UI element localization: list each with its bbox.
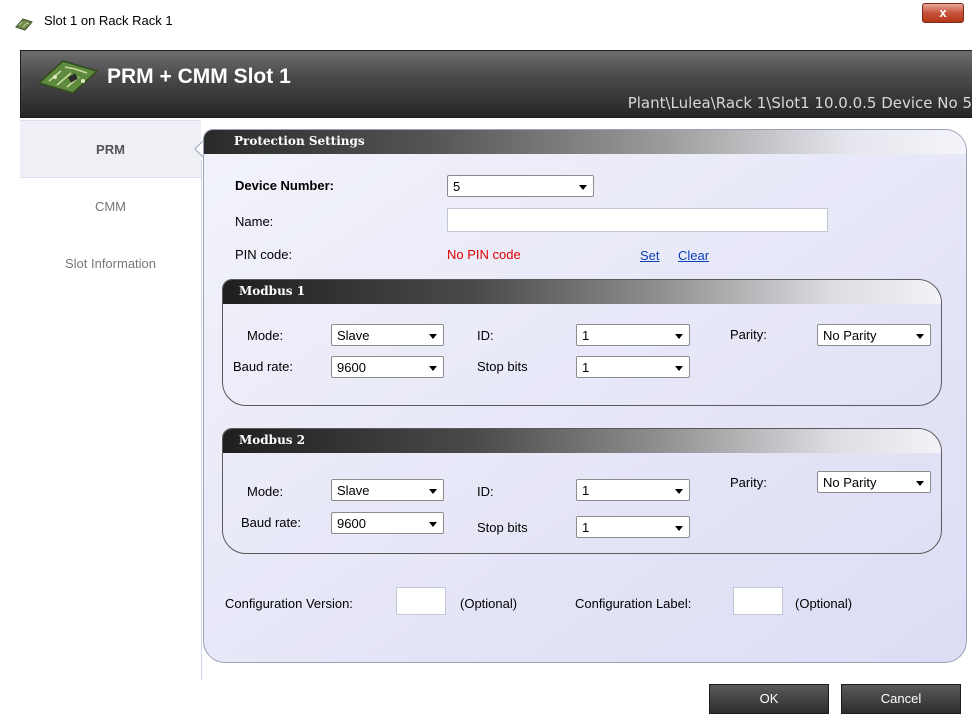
chevron-down-icon xyxy=(916,334,924,339)
chevron-down-icon xyxy=(429,522,437,527)
modbus-1-mode-label: Mode: xyxy=(247,328,284,343)
device-number-value: 5 xyxy=(453,179,461,194)
modbus-2-mode-value: Slave xyxy=(337,483,370,498)
sidebar-item-prm[interactable]: PRM xyxy=(20,120,201,178)
name-label: Name: xyxy=(235,214,274,229)
configuration-version-label: Configuration Version: xyxy=(225,596,353,611)
pin-code-status: No PIN code xyxy=(447,247,521,262)
modbus-1-baud-select[interactable]: 9600 xyxy=(331,356,444,378)
chevron-down-icon xyxy=(675,366,683,371)
sidebar: PRM CMM Slot Information xyxy=(20,118,202,680)
chevron-down-icon xyxy=(916,481,924,486)
modbus-1-id-select[interactable]: 1 xyxy=(576,324,690,346)
modbus-2-stop-bits-select[interactable]: 1 xyxy=(576,516,690,538)
configuration-version-input[interactable] xyxy=(396,587,446,615)
clear-pin-link[interactable]: Clear xyxy=(678,248,709,263)
device-number-label: Device Number: xyxy=(235,178,334,193)
window-title: Slot 1 on Rack Rack 1 xyxy=(44,13,173,28)
chevron-down-icon xyxy=(675,489,683,494)
configuration-label-input[interactable] xyxy=(733,587,783,615)
chevron-down-icon xyxy=(579,185,587,190)
modbus-1-parity-label: Parity: xyxy=(730,327,767,342)
modbus-1-stop-bits-label: Stop bits xyxy=(477,359,528,374)
modbus-2-header: Modbus 2 xyxy=(223,429,941,453)
chevron-down-icon xyxy=(429,366,437,371)
modbus-1-id-value: 1 xyxy=(582,328,590,343)
modbus-1-mode-value: Slave xyxy=(337,328,370,343)
modbus-2-id-label: ID: xyxy=(477,484,494,499)
modbus-2-mode-label: Mode: xyxy=(247,484,284,499)
modbus-2-id-value: 1 xyxy=(582,483,590,498)
configuration-label-optional: (Optional) xyxy=(795,596,853,611)
modbus-1-baud-label: Baud rate: xyxy=(233,359,293,374)
modbus-1-stop-bits-select[interactable]: 1 xyxy=(576,356,690,378)
modbus-2-title: Modbus 2 xyxy=(239,433,306,447)
dialog-window: Slot 1 on Rack Rack 1 x PRM + CMM Slot 1… xyxy=(0,0,972,725)
set-pin-link[interactable]: Set xyxy=(640,248,660,263)
app-icon xyxy=(15,18,33,31)
header-banner: PRM + CMM Slot 1 Plant\Lulea\Rack 1\Slot… xyxy=(20,50,972,118)
name-input[interactable] xyxy=(447,208,828,232)
modbus-1-baud-value: 9600 xyxy=(337,360,366,375)
protection-settings-panel: Protection Settings Device Number: 5 Nam… xyxy=(203,129,967,663)
panel-header: Protection Settings xyxy=(204,130,966,154)
modbus-1-id-label: ID: xyxy=(477,328,494,343)
modbus-1-header: Modbus 1 xyxy=(223,280,941,304)
pin-code-label: PIN code: xyxy=(235,247,293,262)
modbus-2-mode-select[interactable]: Slave xyxy=(331,479,444,501)
panel-header-title: Protection Settings xyxy=(234,134,365,148)
configuration-version-optional: (Optional) xyxy=(460,596,518,611)
chevron-down-icon xyxy=(675,334,683,339)
modbus-1-parity-value: No Parity xyxy=(823,328,877,343)
modbus-1-stop-bits-value: 1 xyxy=(582,360,590,375)
modbus-2-baud-value: 9600 xyxy=(337,516,366,531)
header-title: PRM + CMM Slot 1 xyxy=(107,65,291,88)
sidebar-divider xyxy=(201,160,202,680)
modbus-2-stop-bits-label: Stop bits xyxy=(477,520,528,535)
modbus-1-parity-select[interactable]: No Parity xyxy=(817,324,931,346)
sidebar-item-cmm[interactable]: CMM xyxy=(20,178,201,236)
close-button[interactable]: x xyxy=(922,3,964,23)
close-icon: x xyxy=(939,5,947,20)
modbus-1-mode-select[interactable]: Slave xyxy=(331,324,444,346)
modbus-2-stop-bits-value: 1 xyxy=(582,520,590,535)
sidebar-item-slot-information[interactable]: Slot Information xyxy=(20,235,201,293)
modbus-2-parity-label: Parity: xyxy=(730,475,767,490)
configuration-label-label: Configuration Label: xyxy=(575,596,692,611)
modbus-2-baud-label: Baud rate: xyxy=(241,515,301,530)
header-path: Plant\Lulea\Rack 1\Slot1 10.0.0.5 Device… xyxy=(627,94,972,112)
modbus-2-parity-value: No Parity xyxy=(823,475,877,490)
modbus-1-title: Modbus 1 xyxy=(239,284,306,298)
device-number-select[interactable]: 5 xyxy=(447,175,594,197)
modbus-2-baud-select[interactable]: 9600 xyxy=(331,512,444,534)
cancel-button[interactable]: Cancel xyxy=(841,684,961,714)
circuit-board-icon xyxy=(37,60,99,94)
chevron-down-icon xyxy=(675,526,683,531)
modbus-2-group: Modbus 2 Mode: Slave ID: 1 Parity: No Pa… xyxy=(222,428,942,554)
ok-button[interactable]: OK xyxy=(709,684,829,714)
modbus-1-group: Modbus 1 Mode: Slave ID: 1 Parity: No Pa… xyxy=(222,279,942,406)
modbus-2-id-select[interactable]: 1 xyxy=(576,479,690,501)
chevron-down-icon xyxy=(429,489,437,494)
title-bar: Slot 1 on Rack Rack 1 x xyxy=(0,0,972,44)
chevron-down-icon xyxy=(429,334,437,339)
modbus-2-parity-select[interactable]: No Parity xyxy=(817,471,931,493)
